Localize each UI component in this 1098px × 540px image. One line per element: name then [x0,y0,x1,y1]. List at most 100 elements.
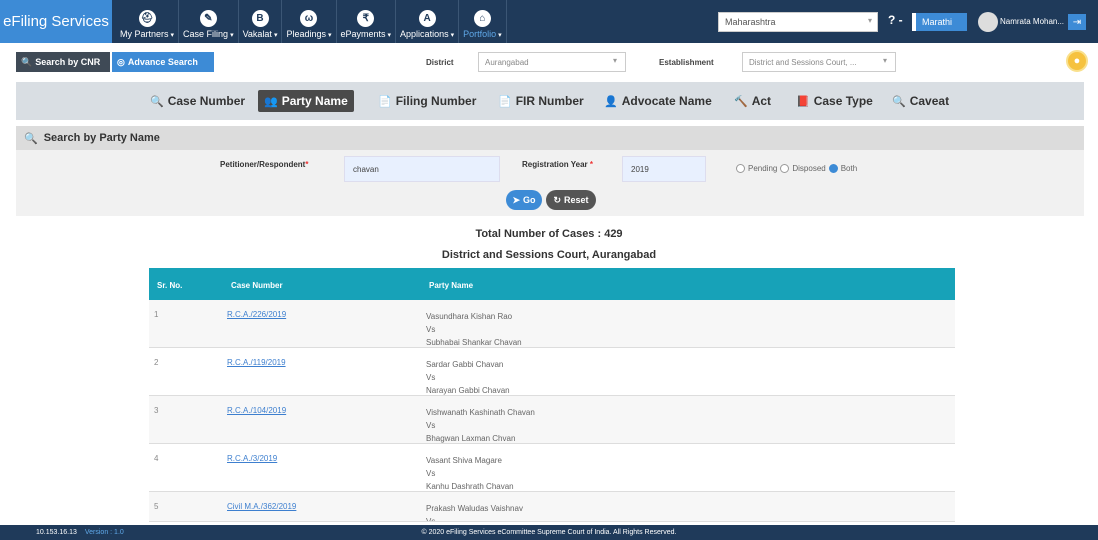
cell-party: Vasant Shiva Magare Vs Kanhu Dashrath Chav… [426,454,514,493]
table-row: 4 R.C.A./3/2019 Vasant Shiva Magare Vs Kan… [149,444,955,492]
cell-party: Prakash Waludas Vaishnav Vs [426,502,523,521]
caret-down-icon: ▾ [273,32,278,39]
cell-party: Vishwanath Kashinath Chavan Vs Bhagwan Lax… [426,406,535,445]
nav-label: My Partners [120,29,169,39]
file-icon: 📄 [378,95,392,108]
establishment-select[interactable]: District and Sessions Court, ... ▾ [742,52,896,72]
user-avatar[interactable] [978,12,998,32]
notification-icon[interactable]: ● [1066,50,1088,72]
advance-search-button[interactable]: ◎ Advance Search [112,52,214,72]
tab-act[interactable]: 🔨 Act [734,90,771,112]
state-select[interactable]: Maharashtra ▾ [718,12,878,32]
total-cases: Total Number of Cases : 429 [475,228,623,240]
party-name-input[interactable]: chavan [344,156,500,182]
tab-fir-number[interactable]: 📄 FIR Number [498,90,584,112]
nav-epayments[interactable]: ₹ ePayments ▾ [337,0,397,43]
tab-label: Filing Number [395,94,477,108]
pleadings-icon: ω [300,10,318,27]
users-icon: 👥 [264,95,278,108]
language-button[interactable]: Marathi [912,13,967,31]
reset-label: Reset [564,195,589,205]
brand-logo[interactable]: eFiling Services [0,0,112,43]
cell-party: Vasundhara Kishan Rao Vs Subhabai Shankar … [426,310,522,349]
party-vs: Vs [426,325,436,334]
reset-button[interactable]: ↻ Reset [546,190,596,210]
nav-label: Pleadings [286,29,326,39]
tab-label: Party Name [281,94,348,108]
table-row: 1 R.C.A./226/2019 Vasundhara Kishan Rao V… [149,300,955,348]
establishment-label: Establishment [659,58,714,67]
chevron-down-icon: ▾ [882,56,887,65]
case-number-link[interactable]: R.C.A./226/2019 [227,310,286,319]
caret-down-icon: ▾ [498,32,502,39]
header-party-name: Party Name [429,281,474,290]
nav-case-filing[interactable]: ✎ Case Filing ▾ [179,0,239,43]
registration-year-input[interactable]: 2019 [622,156,706,182]
caret-down-icon: ▾ [450,32,455,39]
search-tabs: 🔍 Case Number 👥 Party Name 📄 Filing Number … [16,82,1084,120]
tab-party-name[interactable]: 👥 Party Name [258,90,354,112]
send-icon: ➤ [512,194,521,205]
court-name: District and Sessions Court, Aurangabad [441,249,657,261]
tab-case-number[interactable]: 🔍 Case Number [150,90,245,112]
go-button[interactable]: ➤ Go [506,190,542,210]
search-by-cnr-button[interactable]: 🔍 Search by CNR [16,52,110,72]
party-label-text: Petitioner/Respondent [220,160,306,169]
refresh-icon: ↻ [553,194,562,205]
tab-label: FIR Number [515,94,584,108]
portfolio-icon: ⌂ [473,10,491,27]
advance-search-label: Advance Search [127,57,198,67]
party-vs: Vs [426,469,436,478]
panel-title: Search by Party Name [43,132,160,144]
filter-row: 🔍 Search by CNR ◎ Advance Search Distric… [16,50,1098,76]
tab-case-type[interactable]: 📕 Case Type [796,90,873,112]
nav-applications[interactable]: A Applications ▾ [396,0,460,43]
radio-pending[interactable] [736,164,745,173]
user-icon: 👤 [604,95,618,108]
tab-filing-number[interactable]: 📄 Filing Number [378,90,476,112]
cell-sr: 3 [154,406,159,415]
tab-caveat[interactable]: 🔍 Caveat [892,90,949,112]
year-label: Registration Year * [522,160,593,169]
help-menu[interactable]: ? - [888,13,903,27]
table-row: 2 R.C.A./119/2019 Sardar Gabbi Chavan Vs N… [149,348,955,396]
radio-both[interactable] [828,164,838,173]
district-label: District [426,58,454,67]
required-mark: * [305,160,309,169]
district-value: Aurangabad [485,58,529,67]
nav-pleadings[interactable]: ω Pleadings ▾ [282,0,337,43]
gavel-icon: 🔨 [734,95,748,108]
party-petitioner: Prakash Waludas Vaishnav [426,504,523,513]
logout-icon[interactable]: ⇥ [1068,14,1086,30]
nav-label: Portfolio [463,29,497,39]
main-nav: ⛑ My Partners ▾ ✎ Case Filing ▾ B Vakalat ▾… [112,0,507,43]
footer: 10.153.16.13 Version : 1.0 © 2020 eFiling… [0,525,1098,540]
cell-party: Sardar Gabbi Chavan Vs Narayan Gabbi Chava… [426,358,510,397]
table-header: Sr. No. Case Number Party Name [149,268,955,300]
state-value: Maharashtra [725,17,776,27]
tab-label: Caveat [909,94,950,108]
district-select[interactable]: Aurangabad ▾ [478,52,626,72]
case-number-link[interactable]: Civil M.A./362/2019 [227,502,296,511]
case-number-link[interactable]: R.C.A./3/2019 [227,454,277,463]
pencil-icon: ✎ [199,10,217,27]
case-number-link[interactable]: R.C.A./104/2019 [227,406,286,415]
search-icon: 🔍 [150,95,164,108]
nav-vakalat[interactable]: B Vakalat ▾ [239,0,283,43]
search-icon: 🔍 [24,132,38,145]
radio-disposed[interactable] [780,164,790,173]
cell-sr: 1 [154,310,159,319]
required-mark: * [589,160,594,169]
search-form-panel: 🔍 Search by Party Name Petitioner/Respon… [16,126,1084,216]
caret-down-icon: ▾ [327,32,332,39]
tab-advocate-name[interactable]: 👤 Advocate Name [604,90,712,112]
nav-label: Vakalat [242,29,272,39]
case-number-link[interactable]: R.C.A./119/2019 [227,358,286,367]
table-row: 3 R.C.A./104/2019 Vishwanath Kashinath C… [149,396,955,444]
caret-down-icon: ▾ [230,32,234,39]
nav-portfolio[interactable]: ⌂ Portfolio ▾ [459,0,507,43]
table-row: 5 Civil M.A./362/2019 Prakash Waludas Va… [149,492,955,522]
user-name[interactable]: Namrata Mohan... [1000,17,1064,26]
nav-my-partners[interactable]: ⛑ My Partners ▾ [116,0,180,43]
chevron-down-icon: ▾ [612,56,617,65]
